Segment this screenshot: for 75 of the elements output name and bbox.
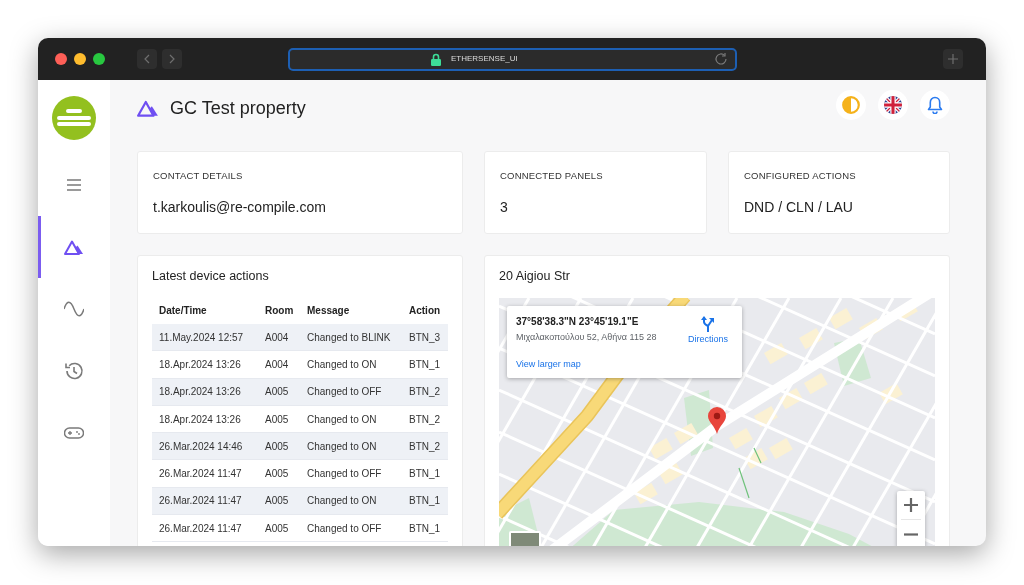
table-cell-text: 26.Mar.2024 11:47 <box>158 467 243 482</box>
new-tab-button[interactable] <box>943 49 963 69</box>
bell-icon <box>927 96 943 114</box>
table-cell-text: 11.May.2024 12:57 <box>158 330 245 345</box>
directions-button[interactable]: Directions <box>688 316 728 345</box>
table-cell-text: BTN_2 <box>408 412 442 427</box>
table-cell-text: A005 <box>264 467 290 482</box>
column-header[interactable]: Date/Time <box>152 297 258 324</box>
view-larger-map-link[interactable]: View larger map <box>516 359 581 370</box>
coordinates-text: 37°58'38.3"N 23°45'19.1"E <box>516 315 639 328</box>
logo-icon <box>52 96 96 140</box>
theme-toggle-button[interactable] <box>836 90 866 120</box>
table-cell-text: A004 <box>264 357 290 372</box>
reload-icon[interactable] <box>714 52 728 66</box>
table-cell-text: 18.Apr.2024 13:26 <box>158 357 242 372</box>
table-cell-text: A005 <box>264 385 290 400</box>
language-button[interactable] <box>878 90 908 120</box>
back-button[interactable] <box>137 49 157 69</box>
history-icon <box>64 361 84 381</box>
plus-icon <box>948 54 958 64</box>
table-cell-text: A005 <box>264 494 290 509</box>
table-cell-text: A005 <box>264 439 290 454</box>
table-cell-text: Changed to OFF <box>306 385 383 400</box>
map-pin-icon <box>708 407 726 434</box>
column-header[interactable]: Room <box>258 297 300 324</box>
table-cell-text: BTN_1 <box>408 357 442 372</box>
card-title: Latest device actions <box>152 268 270 284</box>
close-window-icon[interactable] <box>55 53 67 65</box>
chevron-right-icon <box>169 54 175 64</box>
table-cell-text: BTN_2 <box>408 385 442 400</box>
card-title: 20 Aigiou Str <box>499 268 571 284</box>
card-label: CONNECTED PANELS <box>500 170 604 182</box>
mountain-icon <box>137 99 159 117</box>
table-cell-text: 26.Mar.2024 11:47 <box>158 494 243 509</box>
lock-icon <box>431 52 441 66</box>
table-cell-text: Changed to ON <box>306 412 378 427</box>
table-cell-text: A005 <box>264 412 290 427</box>
column-header[interactable]: Message <box>300 297 402 324</box>
table-cell-text: 26.Mar.2024 14:46 <box>158 439 244 454</box>
table-cell-text: 18.Apr.2024 13:26 <box>158 385 242 400</box>
table-cell-text: 18.Apr.2024 13:26 <box>158 412 242 427</box>
table-cell-text: Changed to ON <box>306 439 378 454</box>
minus-icon <box>904 532 918 536</box>
plus-icon <box>904 498 918 512</box>
table-cell-text: BTN_1 <box>408 521 442 536</box>
wave-icon <box>64 299 84 319</box>
card-value: DND / CLN / LAU <box>744 198 854 217</box>
card-value: t.karkoulis@re-compile.com <box>153 198 327 217</box>
minimize-window-icon[interactable] <box>74 53 86 65</box>
uk-flag-icon <box>884 96 902 114</box>
table-cell-text: Changed to ON <box>306 357 378 372</box>
page-title: GC Test property <box>170 97 306 120</box>
table-cell-text: A005 <box>264 521 290 536</box>
column-header[interactable]: Action <box>402 297 448 324</box>
directions-icon <box>701 316 715 332</box>
table-cell-text: Changed to OFF <box>306 467 383 482</box>
table-cell-text: BTN_1 <box>408 467 442 482</box>
card-value: 3 <box>500 198 509 217</box>
table-cell-text: BTN_2 <box>408 439 442 454</box>
contrast-icon <box>842 96 860 114</box>
maximize-window-icon[interactable] <box>93 53 105 65</box>
forward-button[interactable] <box>162 49 182 69</box>
chevron-left-icon <box>144 54 150 64</box>
table-cell-text: 26.Mar.2024 11:47 <box>158 521 243 536</box>
card-label: CONTACT DETAILS <box>153 170 244 182</box>
address-text: Μιχαλακοπούλου 52, Αθήνα 115 28 <box>516 332 657 343</box>
card-label: CONFIGURED ACTIONS <box>744 170 857 182</box>
notifications-button[interactable] <box>920 90 950 120</box>
table-cell-text: A004 <box>264 330 290 345</box>
table-cell-text: BTN_1 <box>408 494 442 509</box>
table-cell-text: Changed to OFF <box>306 521 383 536</box>
address-bar[interactable]: ETHERSENSE_UI <box>288 47 737 71</box>
table-cell-text: Changed to ON <box>306 494 378 509</box>
table-cell-text: BTN_3 <box>408 330 442 345</box>
table-cell-text: Changed to BLINK <box>306 330 392 345</box>
